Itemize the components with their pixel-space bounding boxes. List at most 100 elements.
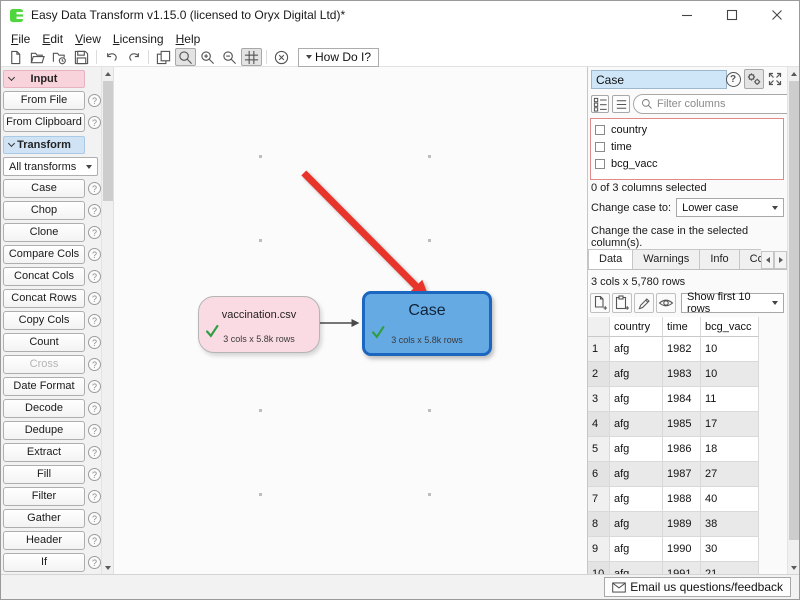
source-node[interactable]: vaccination.csv 3 cols x 5.8k rows [198,296,320,353]
tab[interactable]: Comments [739,249,761,269]
table-cell[interactable]: 1987 [663,462,701,487]
list-view-icon[interactable] [612,95,630,113]
help-icon[interactable] [88,402,101,415]
select-columns-icon[interactable] [591,95,609,113]
menu-item[interactable]: Help [170,31,207,47]
menu-item[interactable]: Edit [36,31,69,47]
table-cell[interactable]: 1985 [663,412,701,437]
table-row[interactable]: 7 afg 1988 40 [588,487,759,512]
open-recent-icon[interactable] [49,48,70,66]
tab[interactable]: Warnings [632,249,700,269]
table-row[interactable]: 2 afg 1983 10 [588,362,759,387]
table-row[interactable]: 4 afg 1985 17 [588,412,759,437]
column-row[interactable]: country [593,121,783,138]
table-cell[interactable]: afg [610,362,663,387]
close-button[interactable] [754,1,799,29]
edit-pencil-icon[interactable] [634,293,654,313]
transform-item-button[interactable]: Concat Rows [3,289,85,308]
table-cell[interactable]: 1988 [663,487,701,512]
help-icon[interactable] [88,292,101,305]
column-checkbox[interactable] [595,142,605,152]
table-cell[interactable]: afg [610,487,663,512]
help-icon[interactable] [88,270,101,283]
sidebar-scrollbar[interactable] [101,67,113,574]
zoom-out-icon[interactable] [219,48,240,66]
table-cell[interactable]: 18 [701,437,759,462]
table-cell[interactable]: afg [610,337,663,362]
help-icon[interactable] [88,94,101,107]
transform-item-button[interactable]: Gather [3,509,85,528]
filter-columns-search[interactable] [633,94,800,114]
transform-item-button[interactable]: Filter [3,487,85,506]
column-row[interactable]: time [593,138,783,155]
tab-scroll-right-icon[interactable] [774,251,787,269]
help-icon[interactable] [88,336,101,349]
help-icon[interactable] [88,380,101,393]
transform-item-button[interactable]: Chop [3,201,85,220]
menu-item[interactable]: File [5,31,36,47]
help-icon[interactable] [88,248,101,261]
case-node-selected[interactable]: Case 3 cols x 5.8k rows [362,291,492,356]
transform-item-button[interactable]: Fill [3,465,85,484]
scroll-down-icon[interactable] [788,561,800,574]
scroll-up-icon[interactable] [788,67,800,80]
node-canvas[interactable]: vaccination.csv 3 cols x 5.8k rows Case … [113,67,587,574]
menu-item[interactable]: Licensing [107,31,170,47]
help-icon[interactable] [88,424,101,437]
feedback-button[interactable]: Email us questions/feedback [604,577,791,597]
table-cell[interactable]: 38 [701,512,759,537]
column-checkbox[interactable] [595,125,605,135]
help-icon[interactable] [88,204,101,217]
pan-zoom-icon[interactable] [175,48,196,66]
transform-item-button[interactable]: Cross [3,355,85,374]
how-do-i-button[interactable]: How Do I? [298,48,379,67]
help-icon[interactable] [88,358,101,371]
table-cell[interactable]: 1990 [663,537,701,562]
table-cell[interactable]: afg [610,412,663,437]
transform-item-button[interactable]: Header [3,531,85,550]
table-cell[interactable]: 1989 [663,512,701,537]
table-cell[interactable]: afg [610,462,663,487]
table-row[interactable]: 3 afg 1984 11 [588,387,759,412]
open-project-icon[interactable] [27,48,48,66]
remove-all-icon[interactable] [271,48,292,66]
panel-help-icon[interactable]: ? [723,69,743,89]
paste-data-icon[interactable] [612,293,632,313]
expand-panel-icon[interactable] [765,69,785,89]
view-eye-icon[interactable] [656,293,676,313]
input-item-button[interactable]: From Clipboard [3,113,85,132]
toggle-grid-icon[interactable] [241,48,262,66]
transform-item-button[interactable]: If [3,553,85,572]
table-cell[interactable]: 30 [701,537,759,562]
table-cell[interactable]: 1986 [663,437,701,462]
table-cell[interactable]: afg [610,437,663,462]
table-cell[interactable]: 1982 [663,337,701,362]
undo-icon[interactable] [101,48,122,66]
tab[interactable]: Data [588,249,633,269]
transform-item-button[interactable]: Extract [3,443,85,462]
help-icon[interactable] [88,512,101,525]
table-cell[interactable]: 11 [701,387,759,412]
transform-item-button[interactable]: Case [3,179,85,198]
help-icon[interactable] [88,226,101,239]
table-cell[interactable]: afg [610,387,663,412]
help-icon[interactable] [88,490,101,503]
help-icon[interactable] [88,446,101,459]
transform-item-button[interactable]: Dedupe [3,421,85,440]
help-icon[interactable] [88,314,101,327]
scrollbar-thumb[interactable] [103,81,113,201]
zoom-in-icon[interactable] [197,48,218,66]
column-row[interactable]: bcg_vacc [593,155,783,172]
table-cell[interactable]: afg [610,512,663,537]
table-cell[interactable]: 1984 [663,387,701,412]
table-row[interactable]: 5 afg 1986 18 [588,437,759,462]
input-section-header[interactable]: Input [3,70,85,88]
change-case-dropdown[interactable]: Lower case [676,198,784,217]
tab[interactable]: Info [699,249,739,269]
table-cell[interactable]: 1983 [663,362,701,387]
table-cell[interactable]: 40 [701,487,759,512]
filter-columns-input[interactable] [657,98,799,110]
transform-item-button[interactable]: Count [3,333,85,352]
transform-item-button[interactable]: Date Format [3,377,85,396]
table-row[interactable]: 6 afg 1987 27 [588,462,759,487]
